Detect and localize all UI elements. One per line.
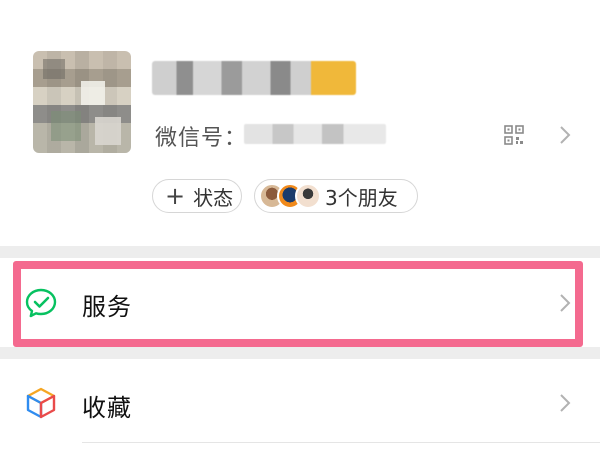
friend-avatar [295,183,321,209]
profile-header[interactable]: 微信号： + 状态 3个朋友 [0,0,600,246]
friends-chip-label: 3个朋友 [325,185,398,210]
wechat-pay-check-icon [25,288,57,318]
row-separator [82,442,600,443]
chevron-right-icon [560,294,571,312]
status-chip[interactable]: + 状态 [152,179,242,213]
nickname-blurred [152,61,356,95]
section-divider [0,246,600,258]
chevron-right-icon[interactable] [558,124,572,146]
friend-avatars [259,183,321,209]
plus-icon: + [165,182,186,210]
favorites-cube-icon [26,387,56,419]
avatar[interactable] [33,51,131,153]
qr-code-icon[interactable] [504,125,524,145]
section-divider [0,347,600,359]
chevron-right-icon [560,394,571,412]
menu-item-label: 服务 [82,293,132,321]
wechat-id-label: 微信号： [155,126,248,151]
wechat-id-blurred [244,124,386,144]
menu-item-label: 收藏 [82,394,132,422]
friends-status-chip[interactable]: 3个朋友 [254,179,418,213]
menu-item-services[interactable]: 服务 [0,258,600,347]
menu-item-favorites[interactable]: 收藏 [0,359,600,445]
status-chip-label: 状态 [193,185,234,210]
